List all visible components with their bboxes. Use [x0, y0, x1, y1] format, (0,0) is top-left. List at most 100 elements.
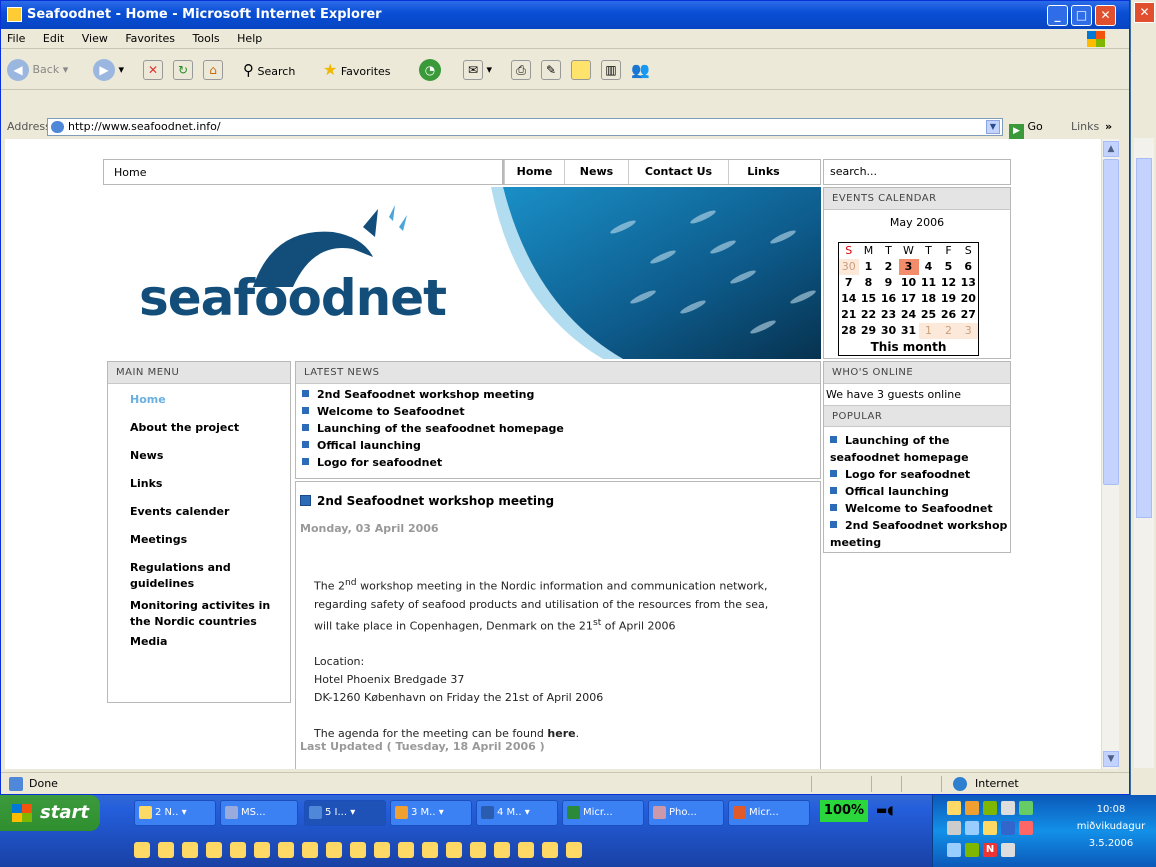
links-toolbar[interactable]: Links	[1071, 117, 1099, 137]
history-button[interactable]: ◔	[419, 58, 441, 82]
menu-edit[interactable]: Edit	[43, 32, 64, 45]
quicklaunch-icon[interactable]	[302, 842, 318, 858]
calendar-day[interactable]: 22	[859, 307, 879, 323]
calendar-day[interactable]: 19	[939, 291, 959, 307]
calendar-this-month[interactable]: This month	[839, 339, 979, 356]
calendar-day[interactable]: 2	[938, 323, 959, 339]
news-item[interactable]: Launching of the seafoodnet homepage	[302, 422, 564, 435]
calendar-day[interactable]: 8	[859, 275, 879, 291]
topnav-contact[interactable]: Contact Us	[628, 160, 728, 184]
search-input[interactable]: search...	[823, 159, 1011, 185]
calendar-day[interactable]: 5	[939, 259, 959, 275]
tray-icon[interactable]	[983, 821, 997, 835]
article-title[interactable]: 2nd Seafoodnet workshop meeting	[300, 494, 554, 508]
calendar-day[interactable]: 25	[919, 307, 939, 323]
tray-icon[interactable]	[965, 843, 979, 857]
refresh-button[interactable]: ↻	[173, 58, 193, 82]
calendar-day[interactable]: 9	[879, 275, 899, 291]
scroll-thumb[interactable]	[1103, 159, 1119, 485]
quicklaunch-icon[interactable]	[182, 842, 198, 858]
agenda-link[interactable]: here	[547, 727, 575, 740]
task-button[interactable]: Micr...	[728, 800, 810, 826]
tray-icon[interactable]	[947, 801, 961, 815]
menu-item-links[interactable]: Links	[130, 476, 162, 492]
menu-item-monitoring[interactable]: Monitoring activites in the Nordic count…	[130, 598, 280, 630]
popular-item[interactable]: 2nd Seafoodnet workshop meeting	[830, 517, 1010, 551]
calendar-day[interactable]: 14	[839, 291, 859, 307]
calendar-day[interactable]: 2	[879, 259, 899, 275]
quicklaunch-icon[interactable]	[230, 842, 246, 858]
go-button[interactable]: ▶ Go	[1009, 117, 1043, 139]
menu-view[interactable]: View	[82, 32, 108, 45]
task-button[interactable]: Pho...	[648, 800, 724, 826]
quicklaunch-icon[interactable]	[422, 842, 438, 858]
forward-button[interactable]: ▶ ▾	[93, 58, 124, 82]
back-button[interactable]: ◀ Back ▾	[7, 58, 68, 82]
news-item[interactable]: Offical launching	[302, 439, 421, 452]
clock[interactable]: 10:08 miðvikudagur 3.5.2006	[1069, 801, 1153, 852]
calendar-day[interactable]: 13	[959, 275, 979, 291]
norton-icon[interactable]: N	[983, 843, 997, 857]
popular-item[interactable]: Offical launching	[830, 483, 1010, 500]
scroll-down-icon[interactable]: ▼	[1103, 751, 1119, 767]
calendar-day[interactable]: 29	[859, 323, 879, 339]
menu-item-home[interactable]: Home	[130, 392, 166, 408]
quicklaunch-icon[interactable]	[566, 842, 582, 858]
calendar-day[interactable]: 18	[919, 291, 939, 307]
calendar-day[interactable]: 27	[959, 307, 979, 323]
quicklaunch-icon[interactable]	[254, 842, 270, 858]
quicklaunch-icon[interactable]	[158, 842, 174, 858]
home-button[interactable]: ⌂	[203, 58, 223, 82]
topnav-home[interactable]: Home	[504, 160, 564, 184]
menu-item-meetings[interactable]: Meetings	[130, 532, 187, 548]
menu-favorites[interactable]: Favorites	[125, 32, 175, 45]
calendar-day[interactable]: 28	[839, 323, 859, 339]
task-button[interactable]: 2 N.. ▾	[134, 800, 216, 826]
calendar-day[interactable]: 7	[839, 275, 859, 291]
menu-help[interactable]: Help	[237, 32, 262, 45]
quicklaunch-icon[interactable]	[470, 842, 486, 858]
popular-item[interactable]: Welcome to Seafoodnet	[830, 500, 1010, 517]
vertical-scrollbar[interactable]: ▲ ▼	[1101, 139, 1119, 769]
search-button[interactable]: ⚲ Search	[243, 58, 295, 82]
tray-icon[interactable]	[1001, 801, 1015, 815]
menu-item-media[interactable]: Media	[130, 634, 167, 650]
print-button[interactable]: ⎙	[511, 58, 531, 82]
calendar-day[interactable]: 17	[899, 291, 919, 307]
research-button[interactable]: ▥	[601, 58, 621, 82]
edit-button[interactable]: ✎	[541, 58, 561, 82]
tray-icon[interactable]	[947, 843, 961, 857]
quicklaunch-icon[interactable]	[206, 842, 222, 858]
menu-item-regulations[interactable]: Regulations and guidelines	[130, 560, 270, 592]
calendar-day[interactable]: 30	[838, 259, 859, 275]
quicklaunch-icon[interactable]	[278, 842, 294, 858]
quicklaunch-icon[interactable]	[350, 842, 366, 858]
popular-item[interactable]: Launching of the seafoodnet homepage	[830, 432, 1010, 466]
menu-item-about[interactable]: About the project	[130, 420, 239, 436]
mail-button[interactable]: ✉ ▾	[463, 58, 492, 82]
quicklaunch-icon[interactable]	[134, 842, 150, 858]
news-item[interactable]: Logo for seafoodnet	[302, 456, 442, 469]
tray-icon[interactable]	[947, 821, 961, 835]
maximize-button[interactable]: □	[1071, 5, 1092, 26]
minimize-button[interactable]: _	[1047, 5, 1068, 26]
quicklaunch-icon[interactable]	[494, 842, 510, 858]
task-button-active[interactable]: 5 I... ▾	[304, 800, 386, 826]
calendar-day[interactable]: 26	[939, 307, 959, 323]
calendar-day[interactable]: 1	[918, 323, 939, 339]
tray-icon[interactable]	[965, 801, 979, 815]
calendar-day[interactable]: 11	[919, 275, 939, 291]
menu-item-news[interactable]: News	[130, 448, 163, 464]
calendar-day[interactable]: 16	[879, 291, 899, 307]
links-chevron-icon[interactable]: »	[1105, 117, 1112, 137]
address-dropdown-icon[interactable]: ▼	[986, 120, 1000, 134]
favorites-button[interactable]: ★ Favorites	[323, 58, 391, 82]
menu-file[interactable]: File	[7, 32, 25, 45]
tray-icon[interactable]	[1001, 821, 1015, 835]
menu-tools[interactable]: Tools	[193, 32, 220, 45]
topnav-links[interactable]: Links	[728, 160, 798, 184]
calendar-day[interactable]: 3	[958, 323, 979, 339]
calendar-day[interactable]: 6	[959, 259, 979, 275]
tray-icon[interactable]	[965, 821, 979, 835]
address-input[interactable]: http://www.seafoodnet.info/ ▼	[47, 118, 1003, 136]
